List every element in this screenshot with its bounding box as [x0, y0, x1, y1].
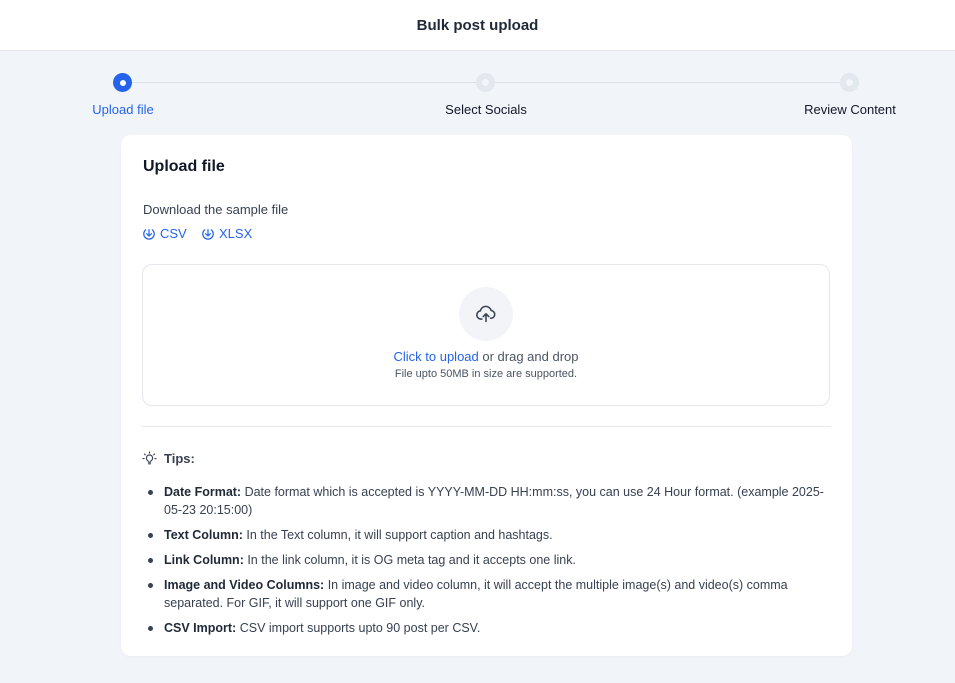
- cloud-upload-icon: [476, 305, 496, 323]
- download-xlsx-label: XLSX: [219, 226, 253, 241]
- step-upload-file[interactable]: Upload file: [92, 102, 153, 117]
- stepper-connector: [132, 82, 477, 83]
- step-3-indicator: [840, 73, 859, 92]
- step-select-socials[interactable]: Select Socials: [445, 102, 527, 117]
- click-to-upload-link[interactable]: Click to upload: [393, 349, 478, 364]
- page-header: Bulk post upload: [0, 0, 955, 51]
- list-item: CSV Import: CSV import supports upto 90 …: [148, 619, 824, 637]
- upload-instructions: Click to upload or drag and drop: [143, 349, 829, 364]
- page-title: Bulk post upload: [416, 16, 539, 34]
- drag-drop-text: or drag and drop: [478, 349, 579, 364]
- list-item: Text Column: In the Text column, it will…: [148, 526, 824, 544]
- download-circle-icon: [202, 228, 214, 240]
- progress-stepper: Upload file Select Socials Review Conten…: [0, 72, 955, 122]
- sample-file-label: Download the sample file: [143, 202, 289, 217]
- download-csv-label: CSV: [160, 226, 187, 241]
- card-title: Upload file: [143, 158, 225, 175]
- tips-list: Date Format: Date format which is accept…: [148, 483, 824, 644]
- stepper-connector: [495, 82, 840, 83]
- upload-button[interactable]: [459, 287, 513, 341]
- list-item: Image and Video Columns: In image and vi…: [148, 576, 824, 612]
- download-circle-icon: [143, 228, 155, 240]
- step-2-indicator: [476, 73, 495, 92]
- step-review-content[interactable]: Review Content: [804, 102, 896, 117]
- download-xlsx-link[interactable]: XLSX: [201, 226, 252, 241]
- list-item: Date Format: Date format which is accept…: [148, 485, 824, 517]
- file-dropzone[interactable]: Click to upload or drag and drop File up…: [142, 264, 830, 406]
- upload-card: Upload file Download the sample file CSV…: [121, 135, 852, 656]
- step-1-indicator: [113, 73, 132, 92]
- lightbulb-icon: [142, 451, 157, 465]
- tips-heading: Tips:: [142, 451, 195, 466]
- section-divider: [142, 426, 831, 427]
- download-csv-link[interactable]: CSV: [142, 226, 187, 241]
- list-item: Link Column: In the link column, it is O…: [148, 551, 824, 569]
- tips-title: Tips:: [164, 451, 195, 466]
- upload-size-hint: File upto 50MB in size are supported.: [394, 368, 578, 380]
